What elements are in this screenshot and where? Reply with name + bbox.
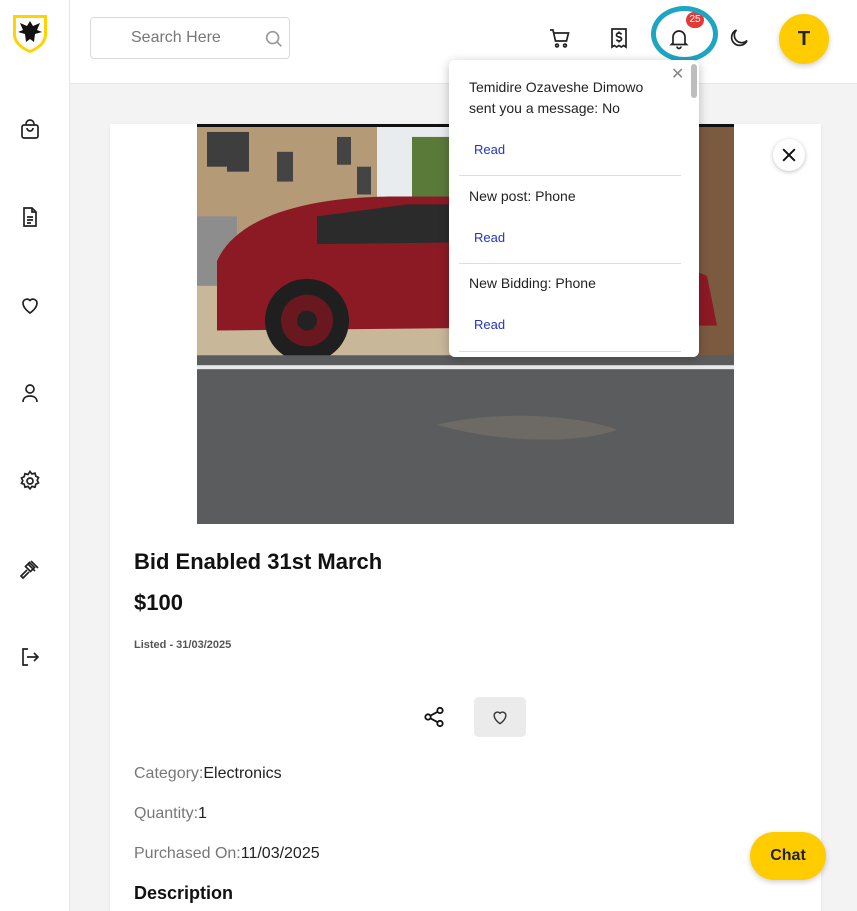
notifications-button[interactable] xyxy=(665,24,693,52)
product-price: $100 xyxy=(134,590,183,615)
notifications-dropdown: ✕ Temidire Ozaveshe Dimowo sent you a me… xyxy=(449,60,699,357)
dark-mode-toggle[interactable] xyxy=(725,24,753,52)
gear-icon xyxy=(20,470,40,491)
notification-message: New post: Phone xyxy=(469,188,576,204)
quantity-value: 1 xyxy=(198,805,207,822)
share-button[interactable] xyxy=(421,704,447,730)
receipt-dollar-icon xyxy=(611,28,627,49)
purchased-label: Purchased On: xyxy=(134,845,241,862)
notification-item: New post: Phone Read xyxy=(459,186,681,264)
document-icon xyxy=(23,207,37,227)
bag-icon xyxy=(21,119,39,139)
purchased-row: Purchased On:11/03/2025 xyxy=(134,845,320,863)
search-box[interactable] xyxy=(90,17,290,59)
notifications-scrollbar[interactable] xyxy=(691,64,697,98)
favorite-button[interactable] xyxy=(474,697,526,737)
sidebar-item-documents[interactable] xyxy=(15,202,45,232)
notification-item: Temidire Ozaveshe Dimowo sent you a mess… xyxy=(459,77,681,176)
purchased-value: 11/03/2025 xyxy=(240,845,320,862)
close-icon xyxy=(782,148,796,162)
billing-button[interactable] xyxy=(605,24,633,52)
avatar[interactable]: T xyxy=(779,14,829,64)
close-button[interactable] xyxy=(773,139,805,171)
heart-icon xyxy=(493,711,507,725)
category-value: Electronics xyxy=(203,765,282,782)
notification-read-link[interactable]: Read xyxy=(474,230,505,245)
share-icon xyxy=(424,706,444,728)
sidebar xyxy=(0,0,70,911)
listed-date: Listed - 31/03/2025 xyxy=(134,639,232,651)
notification-read-link[interactable]: Read xyxy=(474,317,505,332)
user-icon xyxy=(22,384,38,403)
moon-icon xyxy=(730,29,748,47)
sidebar-item-profile[interactable] xyxy=(15,378,45,408)
sidebar-item-favorites[interactable] xyxy=(15,290,45,320)
logout-icon xyxy=(22,648,40,666)
heart-icon xyxy=(22,298,38,315)
chat-button[interactable]: Chat xyxy=(750,832,826,880)
sidebar-item-logout[interactable] xyxy=(15,642,45,672)
search-icon[interactable] xyxy=(263,28,285,50)
sidebar-item-settings[interactable] xyxy=(15,466,45,496)
gavel-icon xyxy=(19,560,39,580)
sidebar-item-shop[interactable] xyxy=(15,115,45,145)
cart-button[interactable] xyxy=(546,24,574,52)
quantity-row: Quantity:1 xyxy=(134,805,207,823)
category-row: Category:Electronics xyxy=(134,765,282,783)
bell-icon xyxy=(669,30,689,50)
notification-read-link[interactable]: Read xyxy=(474,142,505,157)
cart-icon xyxy=(550,29,570,48)
description-heading: Description xyxy=(134,883,234,903)
product-title: Bid Enabled 31st March xyxy=(134,549,383,574)
notification-count-badge: 25 xyxy=(686,12,704,28)
category-label: Category: xyxy=(134,765,204,782)
search-input[interactable] xyxy=(131,27,261,49)
notification-message: Temidire Ozaveshe Dimowo sent you a mess… xyxy=(469,79,644,116)
sidebar-item-auctions[interactable] xyxy=(15,554,45,584)
notification-item: New Bidding: Phone Read xyxy=(459,273,681,352)
quantity-label: Quantity: xyxy=(134,805,199,822)
brand-logo[interactable] xyxy=(10,12,50,54)
notification-message: New Bidding: Phone xyxy=(469,275,596,291)
